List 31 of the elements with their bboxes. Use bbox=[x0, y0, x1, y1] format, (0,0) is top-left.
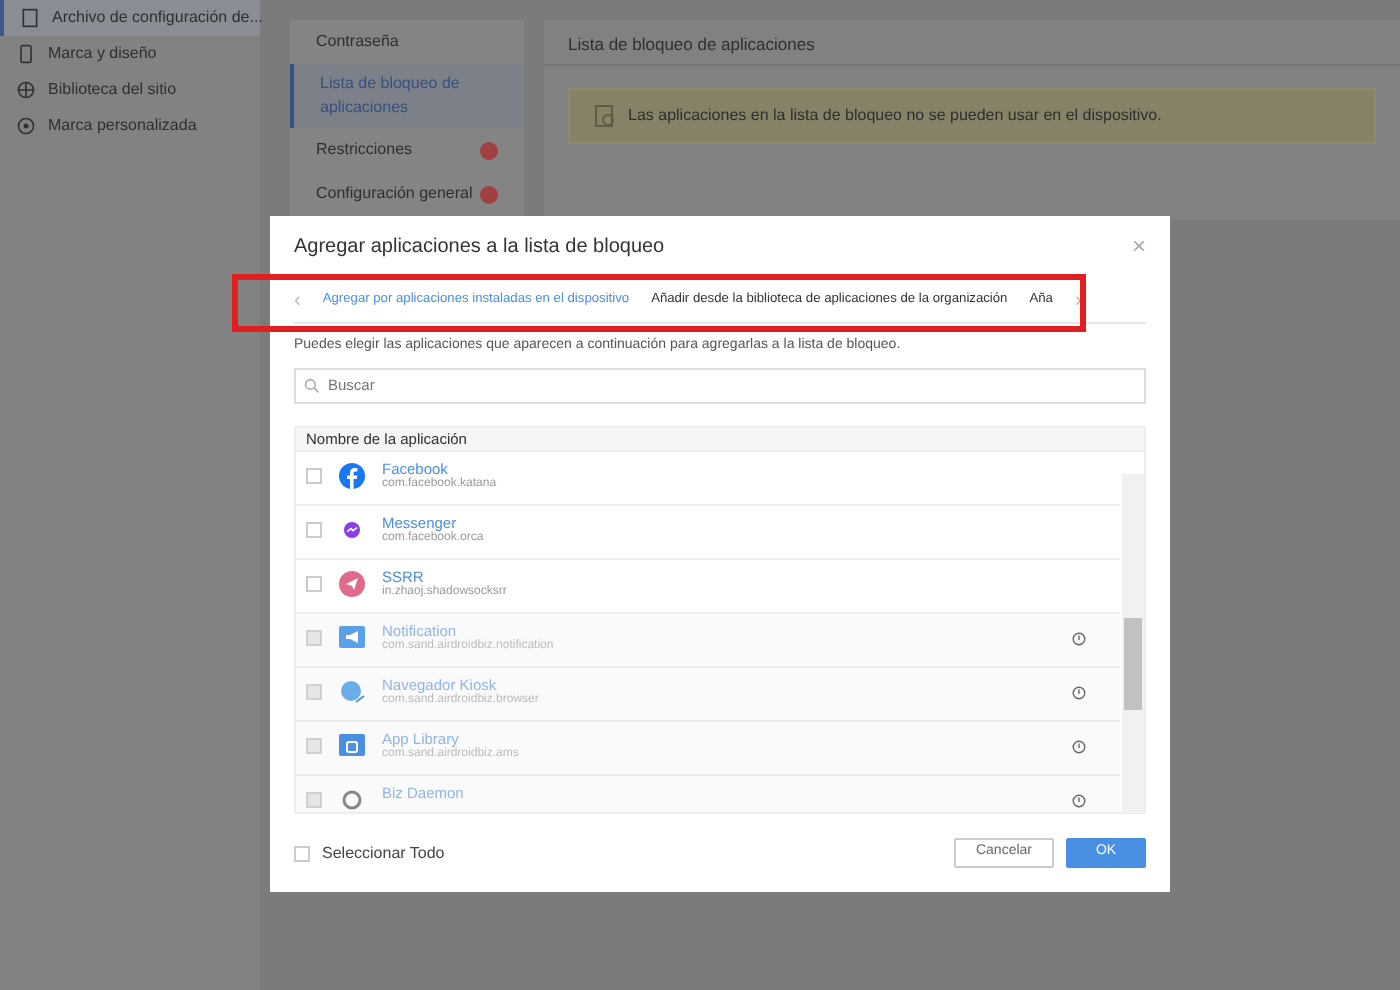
sidebar-item[interactable]: Archivo de configuración de... bbox=[0, 0, 260, 36]
tab-scroll-left[interactable]: ‹ bbox=[294, 285, 301, 316]
facebook-icon bbox=[338, 461, 366, 490]
settings-nav-item[interactable]: Configuración general bbox=[316, 182, 473, 206]
alert-text: Las aplicaciones en la lista de bloqueo no se pueden usar en el dispositivo. bbox=[628, 104, 1162, 128]
settings-nav-item[interactable]: Contraseña bbox=[316, 30, 399, 54]
target-icon bbox=[16, 116, 36, 136]
phone-icon bbox=[16, 44, 36, 64]
settings-nav-item[interactable]: Restricciones bbox=[316, 138, 413, 162]
info-icon bbox=[1072, 793, 1086, 808]
info-icon bbox=[1072, 739, 1086, 754]
close-button[interactable]: × bbox=[1131, 228, 1146, 265]
scrollbar[interactable] bbox=[1122, 473, 1144, 813]
checkbox[interactable] bbox=[306, 521, 322, 538]
megaphone-icon bbox=[338, 623, 366, 652]
file-icon bbox=[20, 8, 40, 28]
info-icon bbox=[1072, 685, 1086, 700]
dialog-title: Agregar aplicaciones a la lista de bloqueo bbox=[294, 233, 665, 262]
select-all-label: Seleccionar Todo bbox=[322, 841, 447, 866]
checkbox[interactable] bbox=[294, 845, 310, 862]
sidebar-item[interactable]: Marca personalizada bbox=[0, 108, 260, 144]
paper-plane-icon bbox=[338, 569, 366, 598]
checkbox[interactable] bbox=[306, 575, 322, 592]
info-icon bbox=[1072, 631, 1086, 646]
lock-icon bbox=[338, 731, 366, 760]
document-icon bbox=[594, 104, 616, 128]
search-icon bbox=[304, 377, 320, 394]
panel-title: Lista de bloqueo de aplicaciones bbox=[544, 20, 1400, 66]
checkbox[interactable] bbox=[306, 467, 322, 484]
sidebar-item[interactable]: Marca y diseño bbox=[0, 36, 260, 72]
sidebar-item[interactable]: Biblioteca del sitio bbox=[0, 72, 260, 108]
